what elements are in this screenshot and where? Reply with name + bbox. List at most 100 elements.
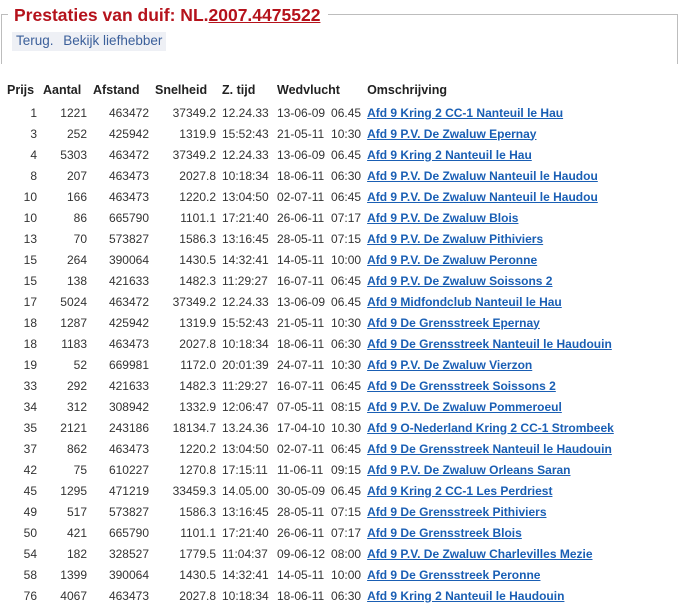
cell-ztijd: 11:29:27 <box>222 378 268 393</box>
cell-snelheid: 1101.1 <box>180 210 216 225</box>
cell-aantal: 70 <box>73 231 87 246</box>
race-link[interactable]: Afd 9 De Grensstreek Pithiviers <box>367 505 546 519</box>
race-link[interactable]: Afd 9 Kring 2 Nanteuil le Hau <box>367 148 532 162</box>
race-link[interactable]: Afd 9 De Grensstreek Soissons 2 <box>367 379 556 393</box>
cell-datum: 26-06-11 <box>277 210 325 225</box>
race-link[interactable]: Afd 9 P.V. De Zwaluw Nanteuil le Haudou <box>367 190 598 204</box>
cell-prijs: 45 <box>23 483 37 498</box>
col-aantal: Aantal <box>43 83 82 97</box>
cell-omschrijving: Afd 9 P.V. De Zwaluw Pommeroeul <box>364 396 617 417</box>
view-owner-link[interactable]: Bekijk liefhebber <box>63 33 162 48</box>
cell-ztijd: 13:04:50 <box>222 189 269 204</box>
race-link[interactable]: Afd 9 P.V. De Zwaluw Orleans Saran <box>367 463 570 477</box>
col-wedvlucht: Wedvlucht <box>277 83 340 97</box>
race-link[interactable]: Afd 9 P.V. De Zwaluw Nanteuil le Haudou <box>367 169 598 183</box>
cell-datum: 09-06-12 <box>277 546 326 561</box>
cell-aantal: 1399 <box>60 567 87 582</box>
race-link[interactable]: Afd 9 Kring 2 CC-1 Les Perdriest <box>367 484 552 498</box>
race-link[interactable]: Afd 9 Kring 2 CC-1 Nanteuil le Hau <box>367 106 563 120</box>
cell-ztijd: 17:21:40 <box>222 525 269 540</box>
cell-datum: 14-05-11 <box>277 252 325 267</box>
cell-aantal: 182 <box>66 546 87 561</box>
cell-prijs: 15 <box>23 273 37 288</box>
cell-omschrijving: Afd 9 P.V. De Zwaluw Nanteuil le Haudou <box>364 165 617 186</box>
race-link[interactable]: Afd 9 De Grensstreek Peronne <box>367 568 540 582</box>
race-link[interactable]: Afd 9 P.V. De Zwaluw Vierzon <box>367 358 532 372</box>
cell-ztijd: 12.24.33 <box>222 147 269 162</box>
cell-datum: 13-06-09 <box>277 105 326 120</box>
cell-afstand: 463472 <box>108 147 149 162</box>
cell-datum: 30-05-09 <box>277 483 326 498</box>
cell-ztijd: 14:32:41 <box>222 252 269 267</box>
cell-tijd: 10:30 <box>331 126 362 141</box>
nav-bar: Terug. Bekijk liefhebber <box>12 32 167 51</box>
cell-aantal: 52 <box>73 357 87 372</box>
cell-ztijd: 12.24.33 <box>222 105 269 120</box>
cell-tijd: 06.45 <box>331 483 362 498</box>
cell-aantal: 138 <box>66 273 87 288</box>
cell-snelheid: 1430.5 <box>179 252 216 267</box>
cell-aantal: 517 <box>66 504 87 519</box>
table-row: 10 166 463473 1220.2 13:04:50 02-07-11 06:45 Af… <box>4 186 617 207</box>
cell-snelheid: 2027.8 <box>179 168 216 183</box>
cell-datum: 18-06-11 <box>277 336 325 351</box>
race-link[interactable]: Afd 9 P.V. De Zwaluw Pithiviers <box>367 232 543 246</box>
table-row: 58 1399 390064 1430.5 14:32:41 14-05-11 10:00 A… <box>4 564 617 585</box>
cell-tijd: 10:30 <box>331 357 362 372</box>
cell-omschrijving: Afd 9 De Grensstreek Blois <box>364 522 617 543</box>
race-link[interactable]: Afd 9 De Grensstreek Nanteuil le Haudoui… <box>367 337 612 351</box>
cell-afstand: 463473 <box>108 336 149 351</box>
table-row: 15 264 390064 1430.5 14:32:41 14-05-11 10:00 Af… <box>4 249 617 270</box>
cell-datum: 28-05-11 <box>277 231 325 246</box>
cell-datum: 11-06-11 <box>277 462 324 477</box>
race-link[interactable]: Afd 9 De Grensstreek Blois <box>367 526 522 540</box>
race-link[interactable]: Afd 9 P.V. De Zwaluw Pommeroeul <box>367 400 562 414</box>
cell-afstand: 463473 <box>108 168 149 183</box>
table-row: 33 292 421633 1482.3 11:29:27 16-07-11 06:45 Af… <box>4 375 617 396</box>
table-row: 50 421 665790 1101.1 17:21:40 26-06-11 07:17 Af… <box>4 522 617 543</box>
cell-snelheid: 1332.9 <box>179 399 216 414</box>
cell-snelheid: 37349.2 <box>172 105 216 120</box>
cell-afstand: 669981 <box>108 357 149 372</box>
race-link[interactable]: Afd 9 Kring 2 Nanteuil le Haudouin <box>367 589 564 603</box>
table-row: 49 517 573827 1586.3 13:16:45 28-05-11 07:15 Af… <box>4 501 617 522</box>
cell-tijd: 06:45 <box>331 189 362 204</box>
cell-prijs: 34 <box>23 399 37 414</box>
race-link[interactable]: Afd 9 O-Nederland Kring 2 CC-1 Strombeek <box>367 421 614 435</box>
cell-afstand: 390064 <box>108 567 149 582</box>
cell-ztijd: 15:52:43 <box>222 126 269 141</box>
race-link[interactable]: Afd 9 De Grensstreek Epernay <box>367 316 540 330</box>
cell-prijs: 13 <box>23 231 37 246</box>
race-link[interactable]: Afd 9 P.V. De Zwaluw Soissons 2 <box>367 274 552 288</box>
race-link[interactable]: Afd 9 P.V. De Zwaluw Charlevilles Mezie <box>367 547 592 561</box>
cell-snelheid: 1586.3 <box>179 504 216 519</box>
cell-afstand: 421633 <box>108 273 149 288</box>
cell-tijd: 06:30 <box>331 336 362 351</box>
cell-snelheid: 1319.9 <box>179 315 216 330</box>
table-row: 4 5303 463472 37349.2 12.24.33 13-06-09 06.45 A… <box>4 144 617 165</box>
cell-prijs: 8 <box>30 168 37 183</box>
race-link[interactable]: Afd 9 P.V. De Zwaluw Epernay <box>367 127 536 141</box>
cell-omschrijving: Afd 9 O-Nederland Kring 2 CC-1 Strombeek <box>364 417 617 438</box>
table-row: 13 70 573827 1586.3 13:16:45 28-05-11 07:15 Afd… <box>4 228 617 249</box>
cell-prijs: 35 <box>23 420 37 435</box>
results-table: Prijs Aantal Afstand Snelheid Z. tijd We… <box>4 82 617 606</box>
table-row: 76 4067 463473 2027.8 10:18:34 18-06-11 06:30 A… <box>4 585 617 606</box>
cell-prijs: 33 <box>23 378 37 393</box>
cell-ztijd: 13.24.36 <box>222 420 269 435</box>
race-link[interactable]: Afd 9 De Grensstreek Nanteuil le Haudoui… <box>367 442 612 456</box>
cell-tijd: 10:00 <box>331 567 362 582</box>
cell-tijd: 06.45 <box>331 105 362 120</box>
cell-prijs: 49 <box>23 504 37 519</box>
cell-prijs: 10 <box>23 189 37 204</box>
back-link[interactable]: Terug. <box>16 33 54 48</box>
cell-aantal: 86 <box>73 210 87 225</box>
race-link[interactable]: Afd 9 Midfondclub Nanteuil le Hau <box>367 295 562 309</box>
cell-aantal: 166 <box>66 189 87 204</box>
cell-prijs: 50 <box>23 525 37 540</box>
race-link[interactable]: Afd 9 P.V. De Zwaluw Peronne <box>367 253 537 267</box>
race-link[interactable]: Afd 9 P.V. De Zwaluw Blois <box>367 211 518 225</box>
cell-omschrijving: Afd 9 Kring 2 Nanteuil le Hau <box>364 144 617 165</box>
cell-afstand: 425942 <box>108 315 149 330</box>
table-row: 10 86 665790 1101.1 17:21:40 26-06-11 07:17 Afd… <box>4 207 617 228</box>
